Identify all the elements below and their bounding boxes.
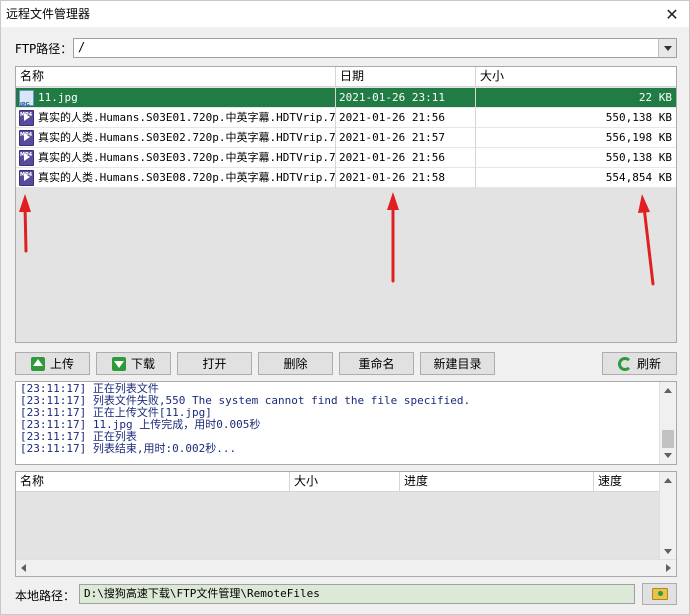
local-path-label: 本地路径： (15, 589, 76, 603)
delete-button[interactable]: 删除 (258, 352, 333, 375)
rename-button[interactable]: 重命名 (339, 352, 414, 375)
column-header-name[interactable]: 名称 (16, 67, 336, 87)
upload-label: 上传 (49, 357, 74, 371)
refresh-icon (617, 356, 632, 371)
transfer-list-header: 名称 大小 进度 速度 (16, 472, 660, 492)
remote-file-list[interactable]: 名称 日期 大小 11.jpg 2021-01-26 23:11 22 KB 真… (15, 66, 677, 343)
scroll-right-icon[interactable] (666, 564, 671, 572)
remote-file-manager-window: 远程文件管理器 ✕ FTP路径： / 名称 日期 大小 11.jpg 2021-… (0, 0, 690, 615)
chevron-down-icon[interactable] (658, 39, 676, 57)
refresh-label: 刷新 (636, 357, 661, 371)
file-row[interactable]: 真实的人类.Humans.S03E08.720p.中英字幕.HDTVrip.7 … (16, 168, 676, 188)
mp4-file-icon (19, 148, 34, 166)
file-size: 22 KB (638, 91, 672, 104)
file-row[interactable]: 真实的人类.Humans.S03E01.720p.中英字幕.HDTVrip.7 … (16, 108, 676, 128)
scroll-thumb[interactable] (662, 430, 674, 448)
scroll-down-icon[interactable] (664, 549, 672, 554)
file-row[interactable]: 真实的人类.Humans.S03E02.720p.中英字幕.HDTVrip.7 … (16, 128, 676, 148)
log-panel[interactable]: [23:11:17] 正在列表文件 [23:11:17] 列表文件失败,550 … (15, 381, 677, 465)
ftp-path-value: / (78, 40, 86, 54)
file-name-cell: 真实的人类.Humans.S03E08.720p.中英字幕.HDTVrip.7 (16, 168, 336, 188)
file-name: 真实的人类.Humans.S03E08.720p.中英字幕.HDTVrip.7 (38, 171, 336, 184)
mp4-file-icon (19, 168, 34, 186)
file-name: 11.jpg (38, 91, 78, 104)
transfer-list[interactable]: 名称 大小 进度 速度 (15, 471, 677, 577)
scroll-left-icon[interactable] (21, 564, 26, 572)
file-date: 2021-01-26 21:57 (336, 128, 476, 148)
file-name: 真实的人类.Humans.S03E03.720p.中英字幕.HDTVrip.7 (38, 151, 336, 164)
file-size: 556,198 KB (605, 131, 672, 144)
new-directory-button[interactable]: 新建目录 (420, 352, 495, 375)
log-lines: [23:11:17] 正在列表文件 [23:11:17] 列表文件失败,550 … (20, 383, 470, 455)
column-header-size[interactable]: 大小 (290, 472, 400, 492)
upload-icon (30, 356, 45, 371)
jpg-file-icon (19, 90, 34, 108)
file-size: 554,854 KB (605, 171, 672, 184)
title-bar: 远程文件管理器 ✕ (1, 1, 689, 27)
file-date: 2021-01-26 21:56 (336, 148, 476, 168)
toolbar: 上传 下载 打开 删除 重命名 新建目录 刷新 (15, 352, 677, 376)
mp4-file-icon (19, 128, 34, 146)
file-name-cell: 11.jpg (16, 88, 336, 108)
download-label: 下载 (130, 357, 155, 371)
file-date: 2021-01-26 21:56 (336, 108, 476, 128)
file-name: 真实的人类.Humans.S03E01.720p.中英字幕.HDTVrip.7 (38, 111, 336, 124)
file-name-cell: 真实的人类.Humans.S03E03.720p.中英字幕.HDTVrip.7 (16, 148, 336, 168)
file-date: 2021-01-26 21:58 (336, 168, 476, 188)
column-header-name[interactable]: 名称 (16, 472, 290, 492)
close-icon: ✕ (665, 4, 679, 24)
file-name-cell: 真实的人类.Humans.S03E02.720p.中英字幕.HDTVrip.7 (16, 128, 336, 148)
file-row[interactable]: 真实的人类.Humans.S03E03.720p.中英字幕.HDTVrip.7 … (16, 148, 676, 168)
file-name: 真实的人类.Humans.S03E02.720p.中英字幕.HDTVrip.7 (38, 131, 336, 144)
mp4-file-icon (19, 108, 34, 126)
browse-folder-button[interactable] (642, 583, 677, 605)
log-vertical-scrollbar[interactable] (659, 382, 676, 464)
file-row[interactable]: 11.jpg 2021-01-26 23:11 22 KB (16, 88, 676, 108)
file-size: 550,138 KB (605, 151, 672, 164)
ftp-path-combobox[interactable]: / (73, 38, 677, 58)
file-size: 550,138 KB (605, 111, 672, 124)
column-header-date[interactable]: 日期 (336, 67, 476, 87)
folder-icon (651, 588, 668, 600)
local-path-field[interactable]: D:\搜狗高速下载\FTP文件管理\RemoteFiles (79, 584, 635, 604)
file-date: 2021-01-26 23:11 (336, 88, 476, 108)
transfer-vertical-scrollbar[interactable] (659, 472, 676, 560)
download-icon (111, 356, 126, 371)
scroll-up-icon[interactable] (664, 388, 672, 393)
log-line: [23:11:17] 列表结束,用时:0.002秒... (20, 442, 237, 455)
close-button[interactable]: ✕ (655, 1, 689, 27)
file-name-cell: 真实的人类.Humans.S03E01.720p.中英字幕.HDTVrip.7 (16, 108, 336, 128)
column-header-progress[interactable]: 进度 (400, 472, 594, 492)
column-header-size[interactable]: 大小 (476, 67, 676, 87)
upload-button[interactable]: 上传 (15, 352, 90, 375)
window-title: 远程文件管理器 (6, 7, 91, 21)
open-button[interactable]: 打开 (177, 352, 252, 375)
scroll-up-icon[interactable] (664, 478, 672, 483)
download-button[interactable]: 下载 (96, 352, 171, 375)
refresh-button[interactable]: 刷新 (602, 352, 677, 375)
scroll-down-icon[interactable] (664, 453, 672, 458)
ftp-path-label: FTP路径： (15, 42, 73, 56)
column-header-speed[interactable]: 速度 (594, 472, 660, 492)
remote-list-header: 名称 日期 大小 (16, 67, 676, 87)
transfer-horizontal-scrollbar[interactable] (16, 559, 676, 576)
